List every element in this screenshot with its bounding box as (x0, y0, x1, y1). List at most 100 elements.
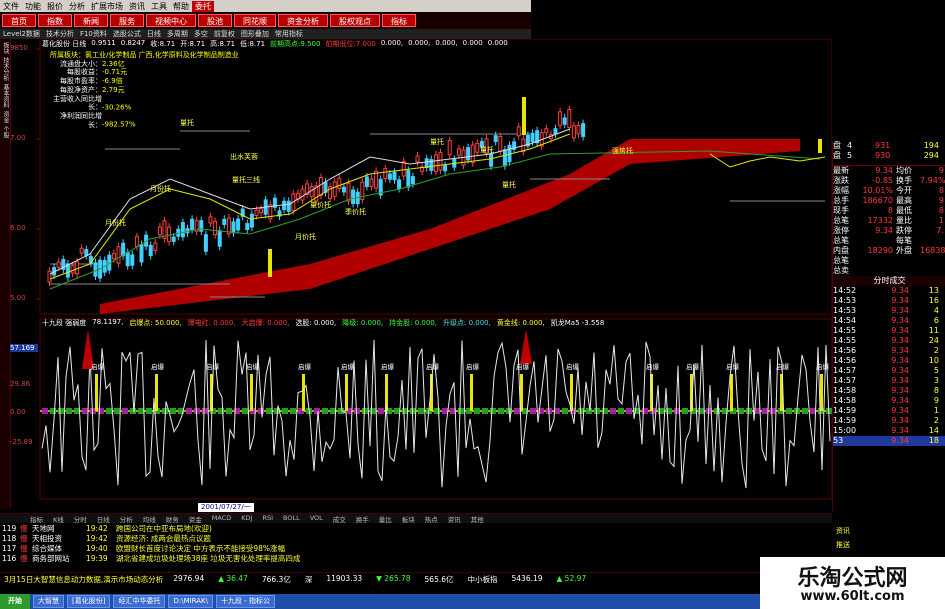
tick-volume: 5 (933, 366, 939, 375)
stock-name[interactable]: 葛化股份 日线 (42, 39, 86, 49)
menu-quote[interactable]: 报价 (44, 1, 66, 12)
zero-marker (482, 408, 488, 414)
bottom-tab[interactable]: 日线 (97, 514, 110, 524)
quote-value: 8 (938, 186, 944, 195)
candle (392, 171, 397, 181)
tick-time: 14:53 (833, 306, 857, 315)
menu-tools[interactable]: 工具 (148, 1, 170, 12)
candle (544, 128, 549, 134)
sidebar-tab[interactable]: 个股 (1, 126, 10, 138)
info-value: -30.26% (102, 103, 132, 112)
sidebar-tab[interactable]: 技术分析 (1, 57, 10, 81)
bottom-tab[interactable]: BOLL (283, 514, 300, 523)
toolbar-tech[interactable]: 技术分析 (46, 29, 74, 39)
sidebar-tab[interactable]: 资金 (1, 111, 10, 123)
news-item[interactable]: 117 慢综合媒体 19:40 欧盟财长首度讨论决定 中方表示不能接受98%涨幅 (0, 544, 832, 554)
zero-marker (362, 408, 368, 414)
toolbar-overlay[interactable]: 图形叠加 (241, 29, 269, 39)
price-axis-label: 5.00 (10, 294, 26, 302)
menu-info[interactable]: 资讯 (126, 1, 148, 12)
nav-stockpool-button[interactable]: 股池 (198, 14, 232, 27)
bottom-tab[interactable]: 均线 (143, 514, 156, 524)
bottom-tab[interactable]: VOL (310, 514, 323, 523)
tick-volume: 9 (933, 396, 939, 405)
news-item[interactable]: 119 慢天地网 19:42 跨国公司在中亚布局地(欢迎) (0, 524, 832, 534)
bottom-tab[interactable]: 指标 (30, 514, 43, 524)
menu-file[interactable]: 文件 (0, 1, 22, 12)
taskbar-item[interactable]: D:\MIRAK\ (168, 595, 213, 608)
bottom-tab[interactable]: 成交 (333, 514, 346, 524)
toolbar-formula[interactable]: 选股公式 (113, 29, 141, 39)
toolbar-adjust[interactable]: 前复权 (214, 29, 235, 39)
sidebar-tab[interactable]: 基本资料 (1, 84, 10, 108)
toolbar-longshort[interactable]: 多空 (194, 29, 208, 39)
news-item[interactable]: 118 慢天相投资 19:42 资源经济: 成两会最热点议题 (0, 534, 832, 544)
bottom-tab[interactable]: KDJ (241, 514, 252, 523)
nav-news-button[interactable]: 新闻 (74, 14, 108, 27)
bottom-tab[interactable]: 其他 (471, 514, 484, 524)
sidebar-tab[interactable]: 板块 (1, 42, 10, 54)
tick-row: 14:56 9.34 10 (833, 356, 945, 366)
bottom-tab[interactable]: 资金 (189, 514, 202, 524)
bottom-tab[interactable]: 财务 (166, 514, 179, 524)
indicator-name[interactable]: 十九段 强弱度 (42, 318, 86, 328)
taskbar-item[interactable]: 经汇中华委托 (113, 595, 166, 608)
indicator-axis-current: 57.169 (10, 344, 38, 352)
ticker-scroll-text: 3月15日大智慧信息动力数据,演示市场动态分析 (4, 574, 164, 584)
toolbar-level2[interactable]: Level2数据 (3, 29, 40, 39)
menu-analysis[interactable]: 分析 (66, 1, 88, 12)
taskbar-item[interactable]: 大智慧 (33, 595, 64, 608)
nav-ths-button[interactable]: 同花顺 (234, 14, 276, 27)
bottom-tab[interactable]: 分时 (74, 514, 87, 524)
bottom-tab[interactable]: 分析 (120, 514, 133, 524)
quote-value: 9 (938, 196, 944, 205)
candle (489, 153, 494, 167)
toolbar-f10[interactable]: F10资料 (80, 29, 107, 39)
bottom-tab[interactable]: RSI (262, 514, 273, 523)
nav-indicator-button[interactable]: 指标 (382, 14, 416, 27)
nav-opinion-button[interactable]: 股权观点 (330, 14, 380, 27)
bottom-tab[interactable]: 资讯 (448, 514, 461, 524)
bottom-tab[interactable]: 板块 (402, 514, 415, 524)
bottom-tab[interactable]: MACD (212, 514, 231, 523)
nav-index-button[interactable]: 指数 (38, 14, 72, 27)
indicator-bar (155, 374, 158, 411)
quote-label: 涨幅 (833, 186, 849, 195)
quote-label: 均价 (896, 166, 912, 175)
nav-capital-button[interactable]: 资金分析 (278, 14, 328, 27)
news-item[interactable]: 116 慢商务部网站 19:39 湖北省建成垃圾处理场38座 垃圾无害化处理率提高四成 (0, 554, 832, 564)
bottom-tab[interactable]: 量比 (379, 514, 392, 524)
bottom-tab[interactable]: K线 (53, 514, 64, 524)
nav-video-button[interactable]: 视频中心 (146, 14, 196, 27)
menu-help[interactable]: 帮助 (170, 1, 192, 12)
quote-label: 总笔 (833, 256, 849, 265)
tick-row: 53 9.34 18 (833, 436, 945, 446)
indicator-label: 启爆 (646, 362, 660, 371)
menu-function[interactable]: 功能 (22, 1, 44, 12)
toolbar-multiperiod[interactable]: 多周期 (167, 29, 188, 39)
candle (157, 226, 162, 236)
taskbar-item[interactable]: 十九段 - 指标公 (216, 595, 275, 608)
bottom-tab[interactable]: 换手 (356, 514, 369, 524)
order-price: 931 (875, 141, 891, 150)
taskbar-item[interactable]: [葛化股份] (67, 595, 111, 608)
menu-trade[interactable]: 委托 (192, 0, 214, 12)
toolbar-common[interactable]: 常用指标 (275, 29, 303, 39)
quote-value: 1 (938, 216, 944, 225)
chart-header: 葛化股份 日线 0.9511 0.8247 收:8.71 开:8.71 高:8.… (42, 39, 508, 49)
candle (369, 178, 374, 187)
news-time: 19:39 (86, 554, 108, 563)
toolbar-daily[interactable]: 日线 (147, 29, 161, 39)
tick-price: 9.34 (891, 326, 909, 335)
menu-extended-market[interactable]: 扩展市场 (88, 1, 126, 12)
zero-marker (122, 408, 128, 414)
start-button[interactable]: 开始 (0, 594, 30, 609)
nav-home-button[interactable]: 首页 (2, 14, 36, 27)
tick-volume: 2 (933, 346, 939, 355)
zero-marker (282, 408, 288, 414)
bottom-tab[interactable]: 热点 (425, 514, 438, 524)
tick-volume: 18 (928, 436, 939, 445)
candle (433, 154, 438, 172)
nav-service-button[interactable]: 服务 (110, 14, 144, 27)
tick-row: 14:52 9.34 13 (833, 286, 945, 296)
